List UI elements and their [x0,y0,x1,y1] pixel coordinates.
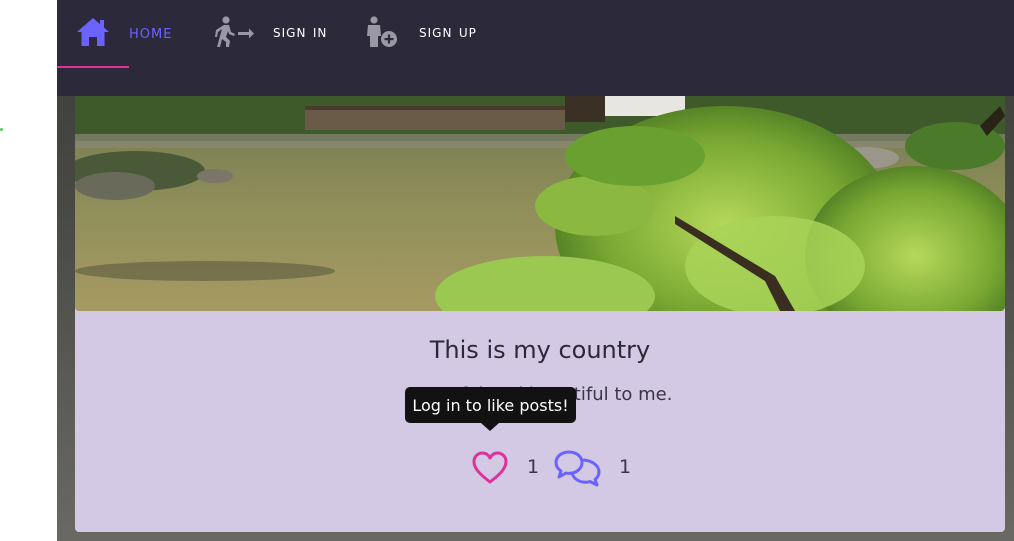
post-image [75,96,1005,311]
add-user-icon [367,16,397,47]
left-gutter [0,0,57,541]
nav-sign-in-label: Sign in [273,22,328,42]
nav-home-link[interactable]: Home [75,14,172,50]
login-tooltip: Log in to like posts! [405,387,576,423]
home-icon [77,18,109,46]
navbar: Home Sign in Sign up [57,0,1014,96]
post-title: This is my country [429,336,651,364]
gutter-dot [0,128,3,131]
tooltip-arrow [481,423,499,431]
nav-home-label: Home [129,21,173,43]
nav-sign-up-label: Sign up [419,22,477,42]
post-card: This is my country Peaceful and beautifu… [75,96,1005,532]
comments-icon[interactable] [553,448,603,488]
like-count: 1 [527,456,540,478]
garden-pond-image [75,96,1005,311]
nav-sign-up-link[interactable]: Sign up [363,14,477,50]
post-actions: 1 1 [75,448,1005,488]
comment-count: 1 [619,456,632,478]
nav-active-underline [57,66,129,68]
heart-icon[interactable] [471,450,509,486]
sign-in-walk-icon [215,16,254,47]
nav-sign-in-link[interactable]: Sign in [213,14,327,50]
